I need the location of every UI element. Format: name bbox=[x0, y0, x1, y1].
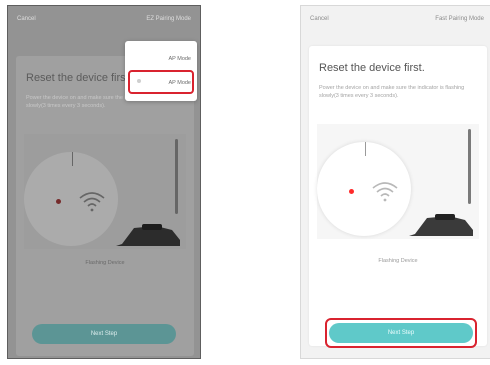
next-step-button[interactable]: Next Step bbox=[32, 324, 176, 344]
right-phone-screen: Cancel Fast Pairing Mode Reset the devic… bbox=[300, 5, 490, 359]
pairing-mode-selector[interactable]: EZ Pairing Mode bbox=[146, 16, 191, 22]
device-body bbox=[317, 142, 411, 236]
page-title: Reset the device first. bbox=[26, 72, 132, 84]
antenna bbox=[72, 152, 73, 166]
highlight-next-step bbox=[325, 318, 477, 348]
reset-card: Reset the device first. Power the device… bbox=[309, 46, 487, 346]
device-cable bbox=[175, 139, 178, 214]
hand-icon bbox=[116, 224, 180, 246]
cancel-button[interactable]: Cancel bbox=[17, 16, 36, 22]
cancel-button[interactable]: Cancel bbox=[310, 16, 329, 22]
device-body bbox=[24, 152, 118, 246]
indicator-light bbox=[56, 199, 61, 204]
top-bar: Cancel Fast Pairing Mode bbox=[301, 6, 490, 34]
pairing-mode-selector[interactable]: Fast Pairing Mode bbox=[435, 16, 484, 22]
antenna bbox=[365, 142, 366, 156]
page-title: Reset the device first. bbox=[319, 62, 425, 74]
indicator-light bbox=[349, 189, 354, 194]
pairing-mode-dropdown: AP Mode AP Mode bbox=[125, 41, 197, 101]
device-illustration bbox=[24, 134, 186, 249]
hand-icon bbox=[409, 214, 473, 236]
left-phone-screen: Cancel EZ Pairing Mode Reset the device … bbox=[7, 5, 201, 359]
wifi-icon bbox=[79, 192, 105, 212]
dropdown-item-ez-mode[interactable]: AP Mode bbox=[135, 51, 191, 67]
highlight-ap-mode bbox=[128, 70, 194, 94]
flashing-device-link[interactable]: Flashing Device bbox=[309, 258, 487, 264]
instruction-text: Power the device on and make sure the in… bbox=[319, 85, 465, 99]
wifi-icon bbox=[372, 182, 398, 202]
device-cable bbox=[468, 129, 471, 204]
flashing-device-link[interactable]: Flashing Device bbox=[16, 260, 194, 266]
reset-card: Reset the device first. Power the device… bbox=[16, 56, 194, 356]
device-illustration bbox=[317, 124, 479, 239]
top-bar: Cancel EZ Pairing Mode bbox=[8, 6, 200, 34]
